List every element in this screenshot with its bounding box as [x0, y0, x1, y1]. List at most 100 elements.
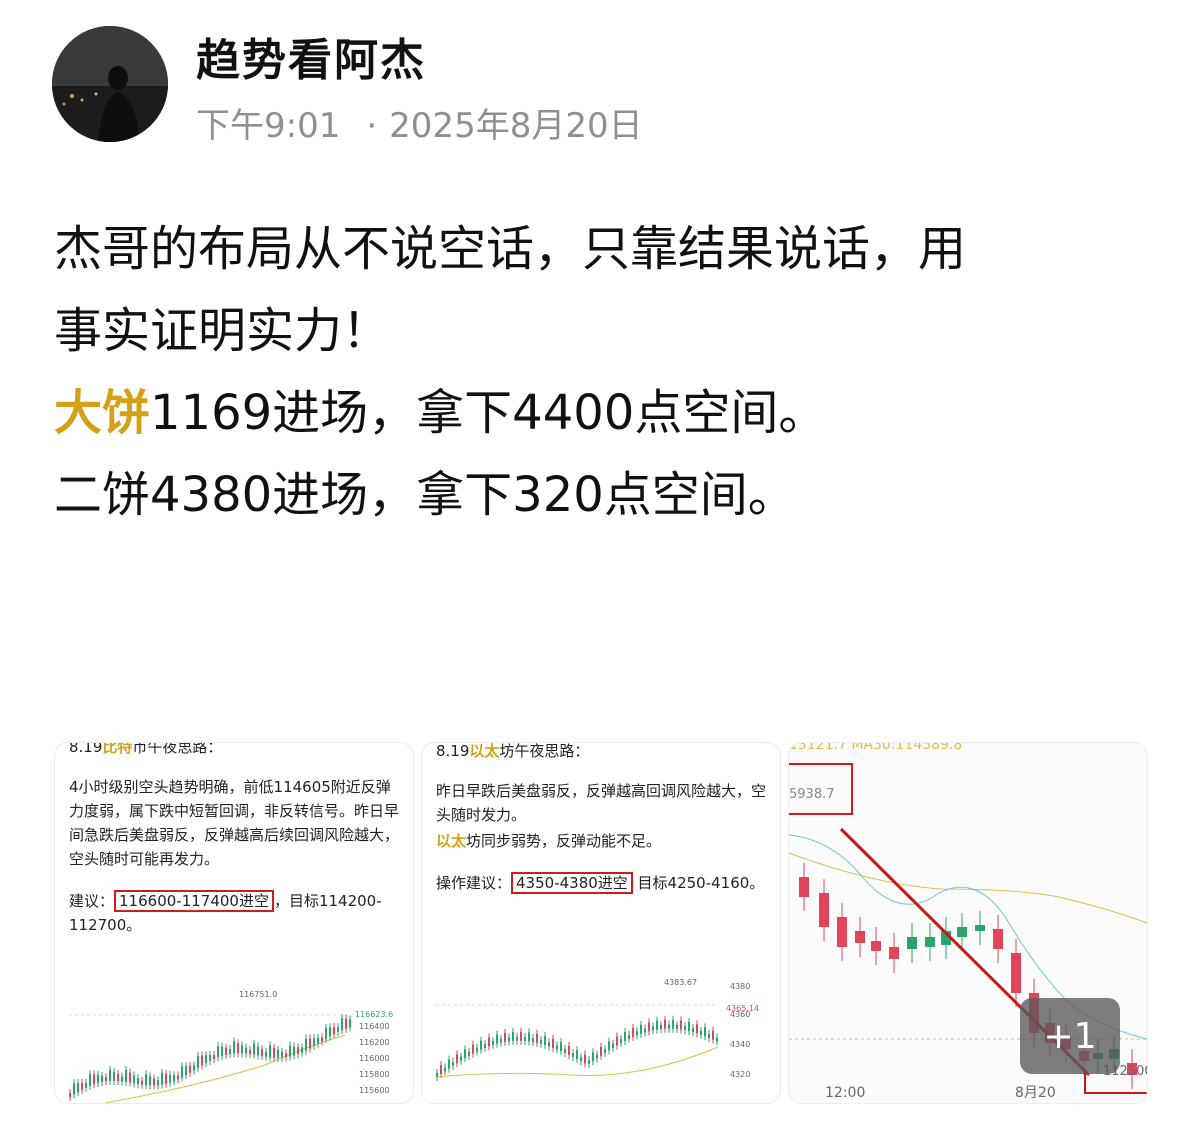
- candle: [77, 1083, 79, 1093]
- candle: [596, 1054, 598, 1059]
- thumb1-tick-4: 115600: [359, 1086, 390, 1095]
- candle: [201, 1055, 203, 1066]
- candle: [819, 893, 829, 927]
- candle: [536, 1033, 538, 1043]
- candle: [253, 1043, 255, 1055]
- thumb3-x-label-1: 8月20: [1015, 1085, 1056, 1101]
- candle: [512, 1031, 514, 1041]
- candle: [109, 1069, 111, 1081]
- more-images-badge[interactable]: +1: [1020, 998, 1120, 1074]
- candle: [217, 1046, 219, 1058]
- candle: [177, 1075, 179, 1080]
- candle: [516, 1036, 518, 1041]
- candle: [325, 1027, 327, 1039]
- candle: [289, 1045, 291, 1057]
- candle: [113, 1071, 115, 1081]
- candle: [540, 1039, 542, 1044]
- candle: [249, 1050, 251, 1055]
- candle: [716, 1037, 718, 1042]
- candle: [165, 1073, 167, 1084]
- thumb2-advice-box: 4350-4380进空: [511, 872, 633, 894]
- thumb2-tick-1: 4360: [730, 1010, 750, 1019]
- candle: [628, 1034, 630, 1039]
- candle: [285, 1053, 287, 1058]
- thumb3-top-text: 13121.7 MA30:114589.8: [789, 742, 963, 753]
- candle: [612, 1043, 614, 1048]
- candle: [508, 1037, 510, 1042]
- candle: [85, 1082, 87, 1088]
- candle: [889, 947, 899, 959]
- candle: [229, 1048, 231, 1054]
- thumb2-top-label: 4383.67: [664, 978, 697, 987]
- candle: [81, 1082, 83, 1090]
- image-thumbnail-1[interactable]: 8.19比特币午夜思路： 4小时级别空头趋势明确，前低114605附近反弹力度弱…: [54, 742, 414, 1104]
- candle: [484, 1043, 486, 1048]
- candle: [560, 1042, 562, 1052]
- thumb1-current-label: 116623.6: [355, 1010, 393, 1019]
- thumb1-tick-3: 115800: [359, 1070, 390, 1079]
- thumb1-top-label: 116751.0: [239, 990, 277, 999]
- candle: [837, 917, 847, 947]
- thumb1-title: 8.19比特币午夜思路：: [69, 742, 223, 756]
- thumb3-x-label-0: 12:00: [825, 1085, 865, 1101]
- author-name[interactable]: 趋势看阿杰: [196, 24, 426, 88]
- thumb2-chart: 4383.67 4365.14 4380 4360 4340 4320: [435, 978, 759, 1081]
- candle: [672, 1019, 674, 1029]
- post-line-3: 大饼1169进场，拿下4400点空间。: [54, 372, 1154, 454]
- separator-dot: ·: [366, 106, 378, 146]
- candle: [676, 1025, 678, 1030]
- candle: [993, 929, 1003, 949]
- post-meta: 下午9:01 · 2025年8月20日: [196, 98, 643, 147]
- candle: [680, 1020, 682, 1030]
- candle: [696, 1024, 698, 1034]
- candle: [193, 1065, 195, 1071]
- thumb2-candles: [436, 1015, 718, 1081]
- candle: [93, 1074, 95, 1085]
- candle: [556, 1045, 558, 1050]
- post-line-1: 杰哥的布局从不说空话，只靠结果说话，用: [54, 221, 967, 277]
- candle: [664, 1019, 666, 1029]
- candle: [652, 1026, 654, 1031]
- candle: [297, 1047, 299, 1055]
- candle: [137, 1078, 139, 1085]
- candle: [257, 1046, 259, 1056]
- candle: [281, 1051, 283, 1058]
- candle: [616, 1036, 618, 1046]
- candle: [704, 1027, 706, 1037]
- candle: [871, 941, 881, 951]
- candle: [504, 1032, 506, 1042]
- image-thumbnail-2[interactable]: 8.19以太坊午夜思路： 昨日早跌后美盘弱反，反弹越高回调风险越大，空头随时发力…: [421, 742, 781, 1104]
- thumb1-advice-box: 116600-117400进空: [114, 890, 274, 912]
- post-line-3-rest: 1169进场，拿下4400点空间。: [150, 385, 827, 441]
- candle: [105, 1077, 107, 1082]
- candle: [452, 1061, 454, 1066]
- avatar[interactable]: [52, 26, 168, 142]
- candle: [544, 1036, 546, 1046]
- candle: [305, 1038, 307, 1051]
- candle: [448, 1059, 450, 1069]
- candle: [345, 1018, 347, 1029]
- candle: [436, 1073, 438, 1077]
- candle: [592, 1052, 594, 1062]
- candle: [161, 1072, 163, 1085]
- candle: [121, 1076, 123, 1082]
- thumb2-tick-3: 4320: [730, 1070, 750, 1079]
- thumb1-paragraph: 4小时级别空头趋势明确，前低114605附近反弹力度弱，属下跌中短暂回调，非反转…: [69, 778, 400, 868]
- candle: [472, 1044, 474, 1054]
- candle: [125, 1070, 127, 1083]
- candle: [69, 1093, 71, 1097]
- thumb1-tick-2: 116000: [359, 1054, 390, 1063]
- candle: [261, 1049, 263, 1057]
- candle: [197, 1055, 199, 1068]
- post-line-2: 事实证明实力！: [54, 303, 391, 359]
- candle: [688, 1022, 690, 1032]
- candle: [660, 1025, 662, 1030]
- candle: [233, 1041, 235, 1054]
- candle: [181, 1066, 183, 1078]
- candle: [648, 1022, 650, 1032]
- candle: [157, 1080, 159, 1086]
- candle: [245, 1047, 247, 1054]
- candle: [205, 1055, 207, 1064]
- candle: [241, 1045, 243, 1054]
- thumb1-tick-0: 116400: [359, 1022, 390, 1031]
